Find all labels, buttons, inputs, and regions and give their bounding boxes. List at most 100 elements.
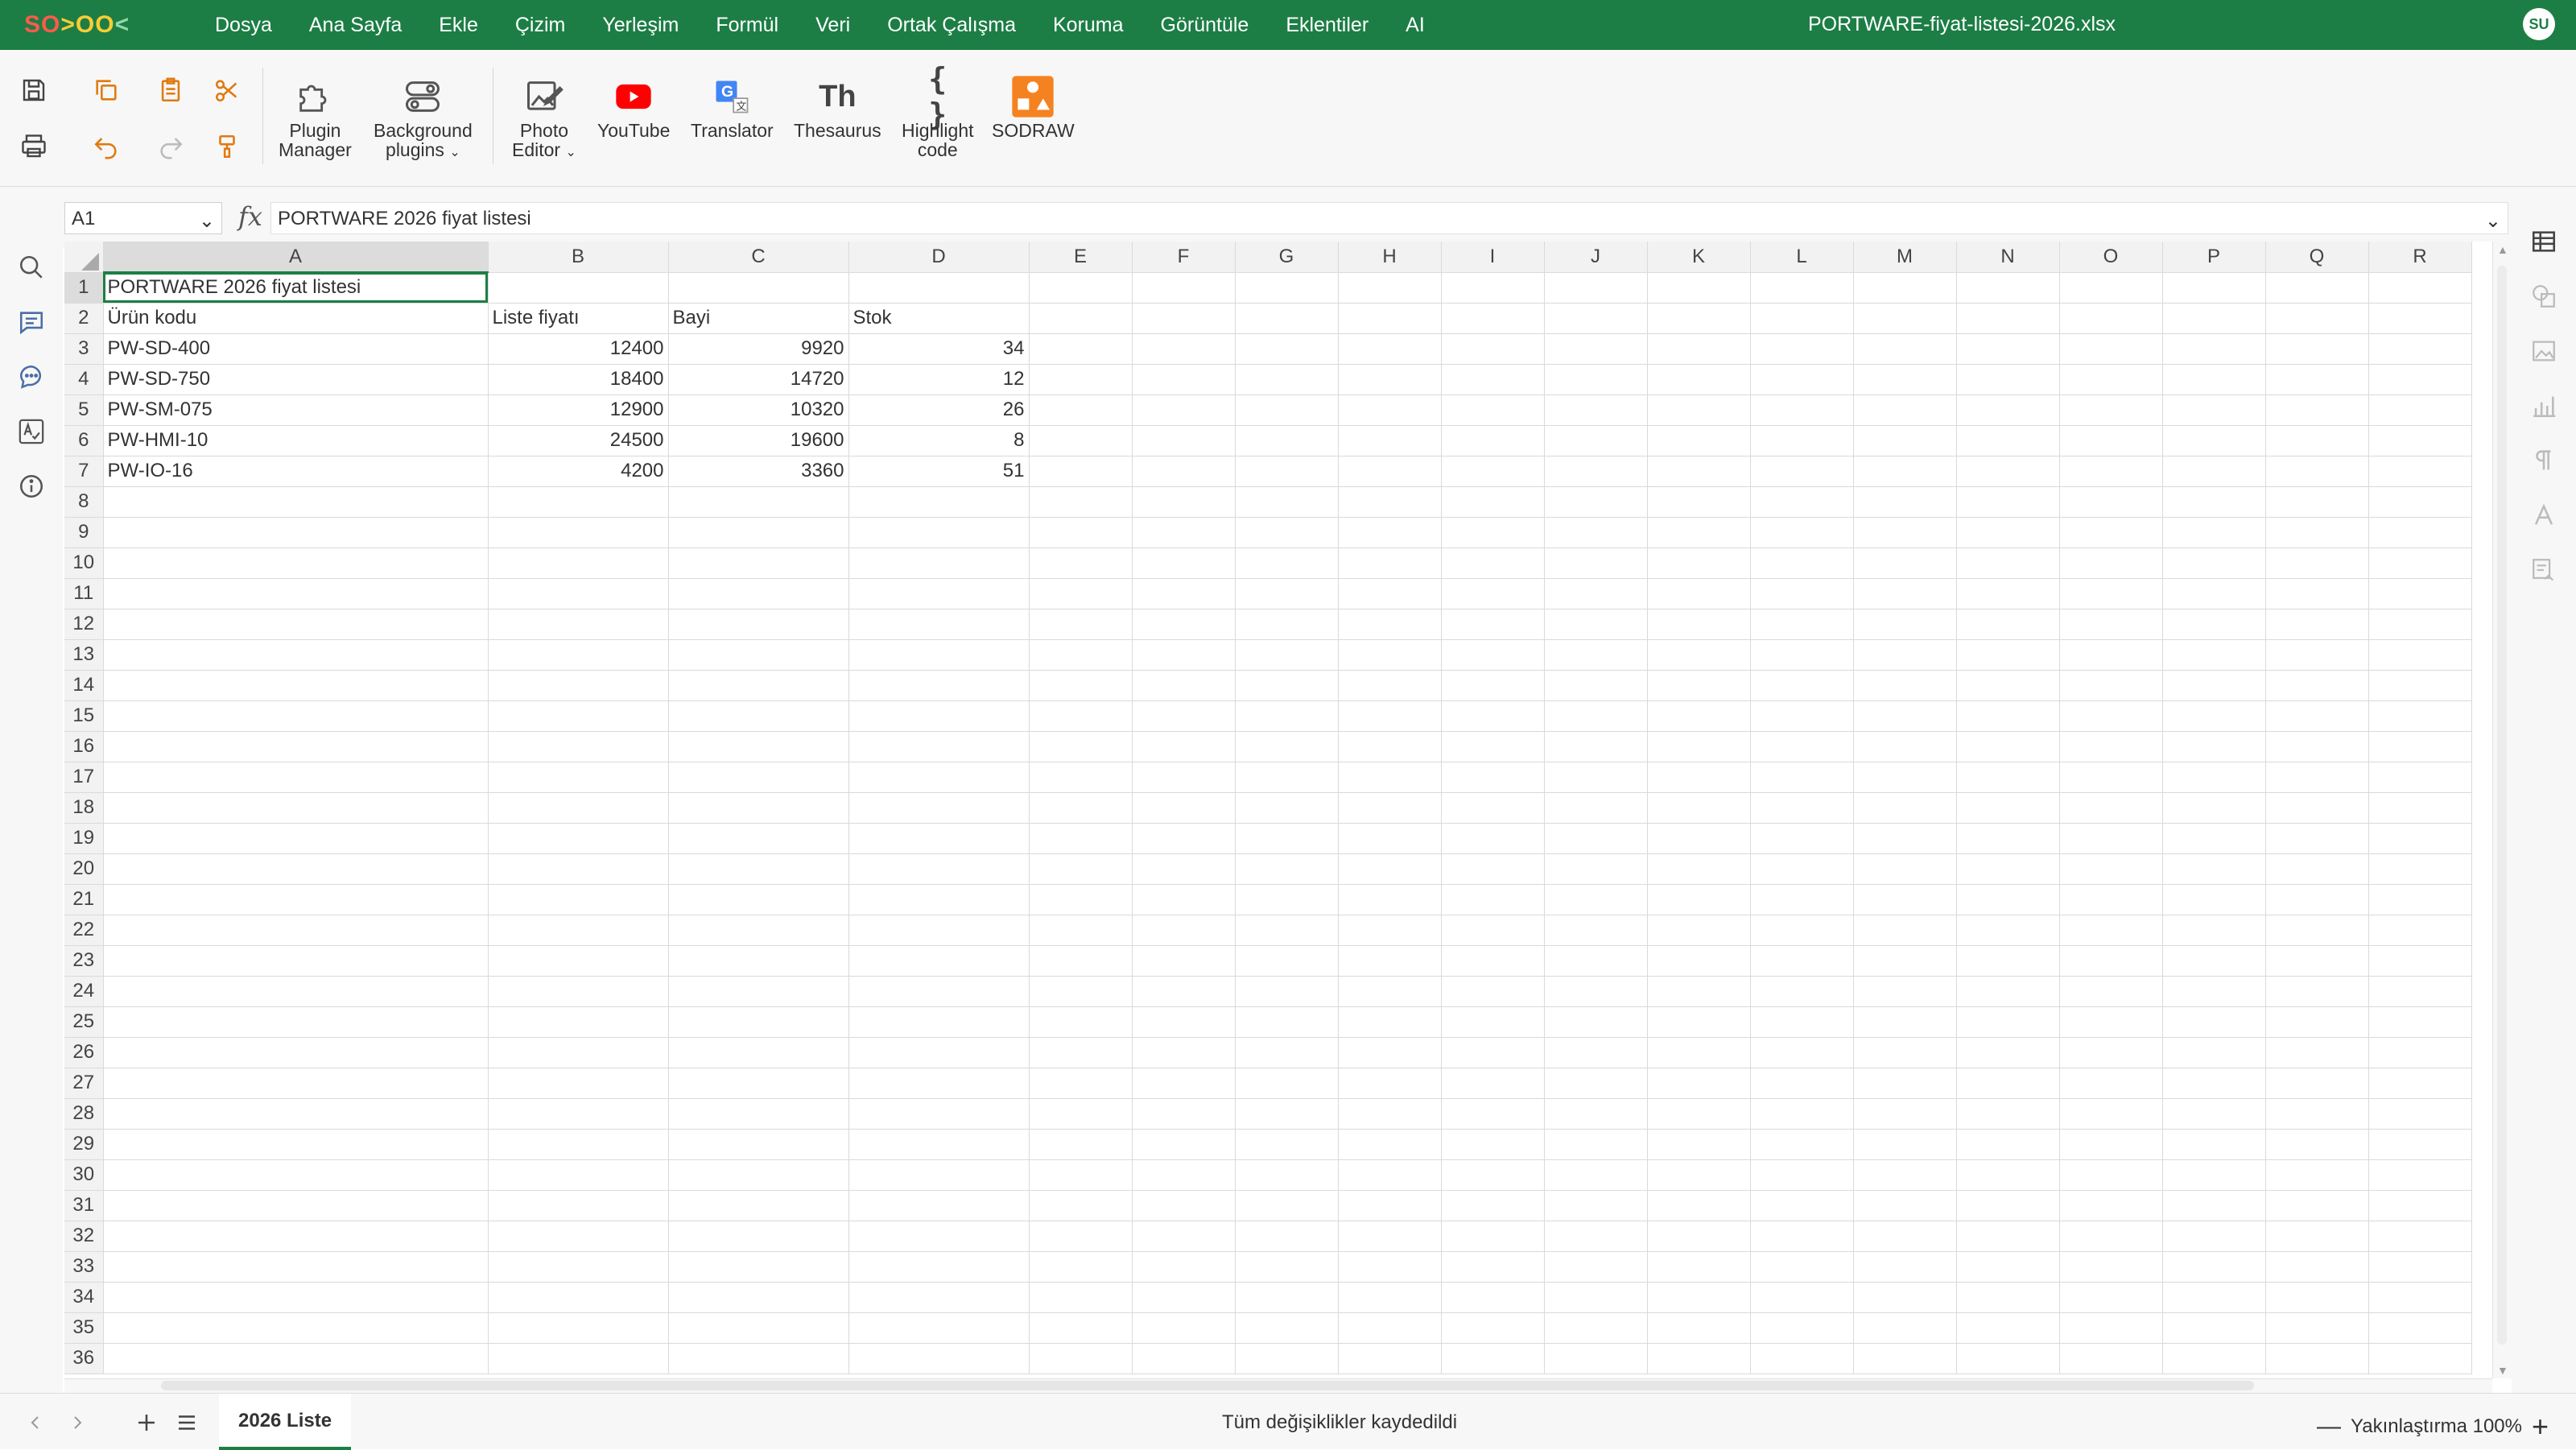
cell[interactable] (488, 639, 669, 671)
cell[interactable] (1132, 1159, 1236, 1191)
cell[interactable] (2162, 853, 2266, 885)
cell[interactable] (2059, 792, 2163, 824)
cell[interactable] (1853, 1098, 1957, 1130)
cell[interactable] (1235, 486, 1339, 518)
cell[interactable] (1441, 639, 1545, 671)
row-header[interactable]: 21 (64, 884, 104, 915)
cell[interactable] (2368, 1159, 2472, 1191)
plugin-manager-button[interactable]: Plugin Manager (279, 72, 352, 159)
cell[interactable] (2265, 486, 2369, 518)
cell[interactable] (1441, 1129, 1545, 1160)
cell[interactable] (668, 486, 849, 518)
youtube-button[interactable]: YouTube (597, 72, 670, 140)
cell[interactable] (668, 639, 849, 671)
cell[interactable] (1853, 364, 1957, 395)
column-header[interactable]: P (2162, 242, 2266, 273)
cell[interactable] (103, 1190, 489, 1221)
format-painter-icon[interactable] (209, 129, 245, 164)
cell[interactable] (1647, 1251, 1751, 1283)
horizontal-scroll-thumb[interactable] (161, 1381, 2254, 1390)
undo-icon[interactable] (89, 129, 124, 164)
cell[interactable] (1956, 1221, 2060, 1252)
cell[interactable] (848, 547, 1030, 579)
cell[interactable] (2059, 1343, 2163, 1374)
cell[interactable] (1647, 884, 1751, 915)
menu-eklentiler[interactable]: Eklentiler (1286, 14, 1368, 37)
cell[interactable] (2265, 823, 2369, 854)
cell[interactable] (2368, 976, 2472, 1007)
cell[interactable] (1132, 517, 1236, 548)
cell[interactable] (1956, 792, 2060, 824)
cell[interactable] (1956, 1343, 2060, 1374)
cell[interactable] (488, 762, 669, 793)
cell[interactable] (668, 1343, 849, 1374)
cell[interactable] (2059, 670, 2163, 701)
cell[interactable] (488, 915, 669, 946)
cell[interactable] (488, 1159, 669, 1191)
cell[interactable] (488, 853, 669, 885)
name-box[interactable]: A1 ⌄ (64, 202, 222, 234)
cell[interactable] (2059, 1129, 2163, 1160)
cell[interactable] (1853, 303, 1957, 334)
row-header[interactable]: 5 (64, 395, 104, 426)
cell[interactable] (2162, 456, 2266, 487)
cell[interactable] (1029, 945, 1133, 977)
cell[interactable] (1853, 1251, 1957, 1283)
cell[interactable] (1029, 762, 1133, 793)
cell[interactable] (1544, 945, 1648, 977)
cell[interactable] (1441, 1159, 1545, 1191)
cell[interactable] (103, 1098, 489, 1130)
cell[interactable] (2368, 272, 2472, 304)
cell[interactable] (1956, 762, 2060, 793)
cell[interactable] (1853, 762, 1957, 793)
cell[interactable] (1853, 1068, 1957, 1099)
cell[interactable] (1441, 1312, 1545, 1344)
cell[interactable] (103, 1312, 489, 1344)
cell[interactable] (2368, 578, 2472, 609)
cell[interactable] (1750, 945, 1854, 977)
cell[interactable] (2368, 915, 2472, 946)
cell[interactable] (2162, 792, 2266, 824)
cell[interactable] (2059, 1251, 2163, 1283)
cell[interactable] (2059, 884, 2163, 915)
menu-cizim[interactable]: Çizim (515, 14, 566, 37)
cell-settings-icon[interactable] (2524, 222, 2563, 261)
cell[interactable] (1750, 976, 1854, 1007)
cell[interactable] (1544, 853, 1648, 885)
cell[interactable] (2368, 1190, 2472, 1221)
cell[interactable] (1235, 792, 1339, 824)
cell[interactable] (2162, 1037, 2266, 1068)
cell[interactable] (1029, 547, 1133, 579)
cell[interactable] (2265, 670, 2369, 701)
cell[interactable] (1956, 853, 2060, 885)
cell[interactable] (2265, 1098, 2369, 1130)
cell[interactable] (2162, 639, 2266, 671)
cell[interactable] (2368, 762, 2472, 793)
cell[interactable] (1441, 823, 1545, 854)
menu-goruntule[interactable]: Görüntüle (1161, 14, 1249, 37)
cell[interactable] (1235, 1221, 1339, 1252)
cell[interactable] (848, 517, 1030, 548)
cell[interactable] (1235, 731, 1339, 762)
cell[interactable]: 14720 (668, 364, 849, 395)
column-header[interactable]: Q (2265, 242, 2369, 273)
redo-icon[interactable] (153, 129, 188, 164)
cell[interactable] (1029, 1068, 1133, 1099)
cell[interactable] (2059, 1221, 2163, 1252)
cell[interactable] (1029, 364, 1133, 395)
cell[interactable]: 4200 (488, 456, 669, 487)
column-header[interactable]: K (1647, 242, 1751, 273)
cell[interactable] (2368, 609, 2472, 640)
cell[interactable] (1544, 823, 1648, 854)
cell[interactable] (1029, 333, 1133, 365)
menu-formul[interactable]: Formül (716, 14, 778, 37)
cell[interactable] (1544, 792, 1648, 824)
cell[interactable] (668, 1251, 849, 1283)
cell[interactable] (668, 670, 849, 701)
cell[interactable] (1235, 1251, 1339, 1283)
cell[interactable] (1441, 853, 1545, 885)
menu-ortak-calisma[interactable]: Ortak Çalışma (887, 14, 1016, 37)
cell[interactable] (848, 700, 1030, 732)
cell[interactable] (1338, 670, 1442, 701)
cell[interactable]: 9920 (668, 333, 849, 365)
